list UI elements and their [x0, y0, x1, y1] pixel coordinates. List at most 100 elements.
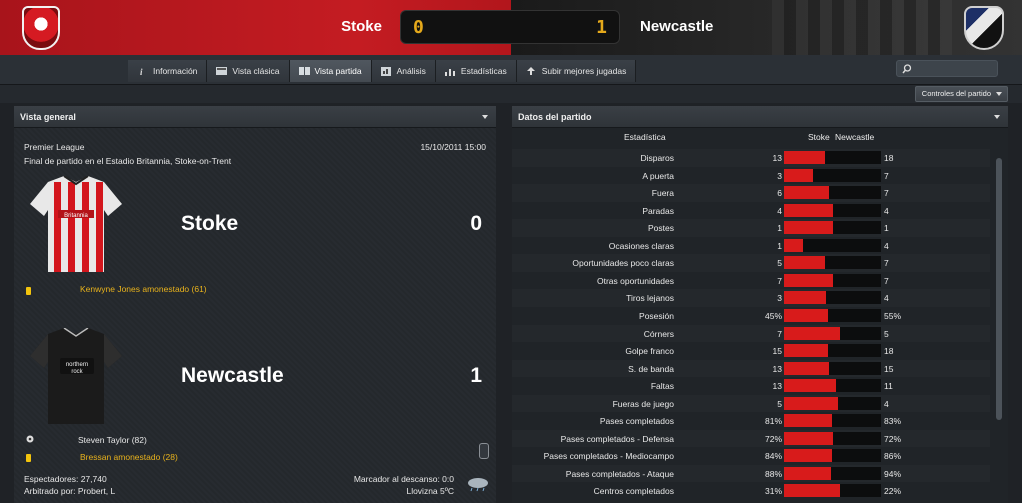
magpie-decoration	[772, 0, 952, 55]
stat-label: S. de banda	[628, 363, 674, 374]
stat-away-value: 11	[884, 381, 893, 392]
stat-away-value: 5	[884, 328, 889, 339]
tab-label: Vista partida	[314, 66, 362, 76]
stat-away-value: 22%	[884, 486, 902, 497]
stat-away-value: 15	[884, 363, 894, 374]
stat-row[interactable]: Postes 1 1	[512, 219, 990, 237]
header-home-score: 0	[413, 17, 424, 38]
tab-vista-partida[interactable]: Vista partida	[289, 60, 372, 82]
stat-row[interactable]: Centros completados 31% 22%	[512, 482, 990, 500]
tab-vista-clasica[interactable]: Vista clásica	[207, 60, 290, 82]
stat-row[interactable]: Oportunidades poco claras 5 7	[512, 254, 990, 272]
match-header: Stoke 0 1 Newcastle	[0, 0, 1022, 55]
stat-home-share-bar	[784, 256, 825, 270]
stat-home-share-bar	[784, 186, 829, 200]
stat-comparison-bar	[784, 326, 881, 340]
chevron-down-icon	[996, 92, 1002, 96]
stat-home-share-bar	[784, 326, 841, 340]
tab-informacion[interactable]: i Información	[128, 60, 208, 82]
stat-away-value: 1	[884, 223, 889, 234]
analysis-icon	[380, 67, 391, 76]
column-header-away: Newcastle	[835, 132, 875, 142]
event-scroll-handle[interactable]	[479, 443, 489, 459]
stat-row[interactable]: A puerta 3 7	[512, 167, 990, 185]
panel-menu-caret-icon[interactable]	[994, 115, 1000, 119]
stat-home-share-bar	[784, 449, 832, 463]
stat-row[interactable]: Posesión 45% 55%	[512, 307, 990, 325]
drizzle-icon	[468, 478, 488, 492]
stat-label: Golpe franco	[625, 346, 674, 357]
stat-label: Ocasiones claras	[608, 240, 674, 251]
info-icon: i	[137, 67, 147, 77]
home-booking-event[interactable]: Kenwyne Jones amonestado (61)	[80, 284, 207, 294]
svg-text:northern: northern	[66, 362, 88, 368]
stat-home-value: 13	[772, 381, 782, 392]
stats-scrollbar[interactable]	[996, 158, 1002, 420]
scoreboard: 0 1	[400, 10, 620, 44]
stat-row[interactable]: Faltas 13 11	[512, 377, 990, 395]
stat-comparison-bar	[784, 238, 881, 252]
stat-away-value: 72%	[884, 433, 902, 444]
away-booking-event[interactable]: Bressan amonestado (28)	[80, 452, 178, 462]
stat-row[interactable]: Pases completados - Defensa 72% 72%	[512, 430, 990, 448]
stat-away-value: 7	[884, 188, 889, 199]
stat-row[interactable]: Pases completados - Ataque 88% 94%	[512, 465, 990, 483]
stat-home-value: 1	[777, 223, 782, 234]
stat-label: Otras oportunidades	[596, 275, 674, 286]
stat-home-value: 5	[777, 258, 782, 269]
tab-analisis[interactable]: Análisis	[371, 60, 436, 82]
stat-comparison-bar	[784, 186, 881, 200]
newcastle-crest-icon	[964, 6, 1004, 50]
stat-label: Pases completados - Defensa	[560, 433, 674, 444]
panel-menu-caret-icon[interactable]	[482, 115, 488, 119]
stat-comparison-bar	[784, 414, 881, 428]
halftime-score: Marcador al descanso: 0:0	[353, 474, 454, 484]
overview-panel-header[interactable]: Vista general	[14, 106, 496, 128]
stat-away-value: 4	[884, 205, 889, 216]
stat-row[interactable]: Fuera 6 7	[512, 184, 990, 202]
overview-panel: Vista general Premier League 15/10/2011 …	[14, 106, 496, 503]
match-controls-button[interactable]: Controles del partido	[914, 86, 1008, 102]
stat-label: Oportunidades poco claras	[572, 258, 674, 269]
stoke-kit-icon: Britannia	[30, 176, 122, 272]
stat-label: Fueras de juego	[612, 398, 674, 409]
stat-row[interactable]: Golpe franco 15 18	[512, 342, 990, 360]
stat-row[interactable]: Otras oportunidades 7 7	[512, 272, 990, 290]
stat-row[interactable]: Ocasiones claras 1 4	[512, 237, 990, 255]
search-input[interactable]	[896, 60, 998, 77]
stat-home-value: 3	[777, 170, 782, 181]
stat-home-value: 31%	[764, 486, 782, 497]
column-header-statistic: Estadística	[624, 132, 666, 142]
stat-home-share-bar	[784, 203, 833, 217]
stat-row[interactable]: Disparos 13 18	[512, 149, 990, 167]
stat-comparison-bar	[784, 151, 881, 164]
tab-subir-mejores-jugadas[interactable]: Subir mejores jugadas	[516, 60, 637, 82]
tab-label: Análisis	[396, 66, 426, 76]
away-goal-event[interactable]: Steven Taylor (82)	[78, 435, 147, 445]
stats-panel-header[interactable]: Datos del partido	[512, 106, 1008, 128]
stat-row[interactable]: Pases completados - Mediocampo 84% 86%	[512, 447, 990, 465]
stat-row[interactable]: Pases completados 81% 83%	[512, 412, 990, 430]
tabs: i Información Vista clásica Vista partid…	[128, 60, 637, 82]
stat-label: Centros completados	[593, 486, 674, 497]
stat-away-value: 18	[884, 346, 894, 357]
stat-row[interactable]: Tiros lejanos 3 4	[512, 289, 990, 307]
newcastle-kit-icon: northern rock	[30, 328, 122, 424]
stat-row[interactable]: S. de banda 13 15	[512, 360, 990, 378]
tab-estadisticas[interactable]: Estadísticas	[435, 60, 517, 82]
stat-comparison-bar	[784, 203, 881, 217]
tab-label: Información	[153, 66, 198, 76]
referee: Arbitrado por: Probert, L	[24, 486, 116, 496]
away-team-name: Newcastle	[181, 364, 284, 387]
stat-away-value: 86%	[884, 451, 902, 462]
stat-row[interactable]: Paradas 4 4	[512, 202, 990, 220]
stats-column-headers: Estadística Stoke Newcastle	[512, 128, 998, 145]
stat-comparison-bar	[784, 379, 881, 393]
stat-row[interactable]: Córners 7 5	[512, 325, 990, 343]
match-datetime: 15/10/2011 15:00	[420, 142, 486, 152]
stat-row[interactable]: Fueras de juego 5 4	[512, 395, 990, 413]
stat-comparison-bar	[784, 273, 881, 287]
stat-home-value: 7	[777, 328, 782, 339]
upload-icon	[526, 67, 536, 75]
home-team-name: Stoke	[181, 212, 239, 235]
